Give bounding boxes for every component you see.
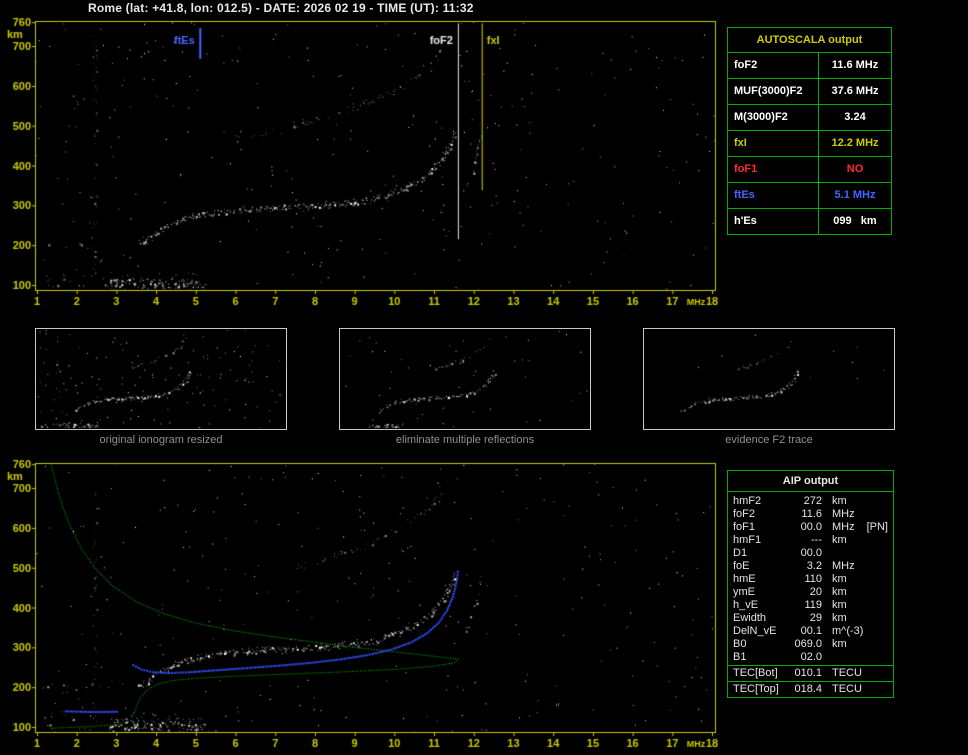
parameter-label: M(3000)F2 — [728, 105, 819, 130]
parameter-label: MUF(3000)F2 — [728, 79, 819, 104]
aip-lbl: Ewidth — [733, 612, 788, 625]
thumbnail-multiple-reflections-removed — [339, 328, 591, 430]
aip-row-tecbot: TEC[Bot]010.1TECU — [728, 665, 893, 680]
aip-unit: m^(-3) — [822, 625, 863, 638]
thumbnail-f2-trace-evidence — [643, 328, 895, 430]
aip-unit: km — [822, 612, 847, 625]
aip-lbl: foF2 — [733, 508, 788, 521]
aip-val: 272 — [788, 495, 822, 508]
aip-row-b1: B102.0 — [728, 651, 893, 664]
aip-unit: TECU — [822, 682, 862, 696]
aip-lbl: hmE — [733, 573, 788, 586]
autoscala-row-muf3000f2: MUF(3000)F237.6 MHz — [728, 78, 891, 104]
parameter-label: h'Es — [728, 209, 819, 234]
aip-table-title: AIP output — [728, 471, 893, 492]
aip-unit: km — [822, 573, 847, 586]
autoscala-output-table: AUTOSCALA output foF211.6 MHzMUF(3000)F2… — [727, 27, 892, 235]
aip-val: 110 — [788, 573, 822, 586]
thumbnail-caption-original: original ionogram resized — [35, 434, 287, 446]
aip-lbl: foF1 — [733, 521, 788, 534]
aip-row-d1: D100.0 — [728, 547, 893, 560]
aip-lbl: B0 — [733, 638, 788, 651]
thumbnail-original-ionogram — [35, 328, 287, 430]
aip-unit: MHz — [822, 560, 855, 573]
autoscala-row-hes: h'Es099 km — [728, 208, 891, 234]
aip-table-rows: hmF2272kmfoF211.6MHzfoF100.0MHz[PN]hmF1-… — [728, 492, 893, 664]
autoscala-row-fof1: foF1NO — [728, 156, 891, 182]
aip-row-hme: hmE110km — [728, 573, 893, 586]
aip-unit: km — [822, 599, 847, 612]
autoscala-table-title: AUTOSCALA output — [728, 28, 891, 53]
aip-val: 3.2 — [788, 560, 822, 573]
aip-lbl: DelN_vE — [733, 625, 788, 638]
aip-row-fof1: foF100.0MHz [PN] — [728, 521, 893, 534]
parameter-value: 11.6 MHz — [819, 53, 891, 78]
aip-lbl: foE — [733, 560, 788, 573]
aip-unit: km — [822, 534, 847, 547]
autoscala-row-fxi: fxI12.2 MHz — [728, 130, 891, 156]
aip-unit: MHz — [822, 508, 855, 521]
aip-row-hmf1: hmF1---km — [728, 534, 893, 547]
parameter-label: ftEs — [728, 183, 819, 208]
aip-lbl: TEC[Top] — [733, 682, 788, 696]
aip-unit: km — [822, 638, 847, 651]
measured-ionogram-plot — [0, 14, 725, 316]
thumbnail-caption-eliminate: eliminate multiple reflections — [339, 434, 591, 446]
aip-unit: km — [822, 586, 847, 599]
aip-row-b0: B0069.0km — [728, 638, 893, 651]
aip-val: --- — [788, 534, 822, 547]
aip-unit: TECU — [822, 666, 862, 680]
parameter-label: fxI — [728, 131, 819, 156]
autoscala-row-m3000f2: M(3000)F23.24 — [728, 104, 891, 130]
aip-val: 010.1 — [788, 666, 822, 680]
parameter-label: foF2 — [728, 53, 819, 78]
aip-val: 29 — [788, 612, 822, 625]
aip-val: 20 — [788, 586, 822, 599]
aip-lbl: h_vE — [733, 599, 788, 612]
aip-lbl: D1 — [733, 547, 788, 560]
aip-lbl: B1 — [733, 651, 788, 664]
aip-val: 069.0 — [788, 638, 822, 651]
autoscala-row-fof2: foF211.6 MHz — [728, 53, 891, 78]
aip-lbl: hmF1 — [733, 534, 788, 547]
aip-lbl: ymE — [733, 586, 788, 599]
aip-unit: MHz — [822, 521, 855, 534]
aip-val: 00.1 — [788, 625, 822, 638]
aip-unit: km — [822, 495, 847, 508]
parameter-label: foF1 — [728, 157, 819, 182]
aip-output-table: AIP output hmF2272kmfoF211.6MHzfoF100.0M… — [727, 470, 894, 698]
parameter-value: 5.1 MHz — [819, 183, 891, 208]
aip-val: 018.4 — [788, 682, 822, 696]
autoscala-app-window: Rome (lat: +41.8, lon: 012.5) - DATE: 20… — [0, 0, 968, 755]
aip-lbl: hmF2 — [733, 495, 788, 508]
thumbnail-caption-evidence: evidence F2 trace — [643, 434, 895, 446]
aip-row-delnve: DelN_vE00.1m^(-3) — [728, 625, 893, 638]
aip-row-tectop: TEC[Top]018.4TECU — [728, 681, 893, 696]
aip-row-foe: foE3.2MHz — [728, 560, 893, 573]
aip-tec-rows: TEC[Bot]010.1TECUTEC[Top]018.4TECU — [728, 665, 893, 696]
aip-row-yme: ymE20km — [728, 586, 893, 599]
aip-val: 00.0 — [788, 547, 822, 560]
aip-unit — [822, 547, 832, 560]
parameter-value: 3.24 — [819, 105, 891, 130]
aip-lbl: TEC[Bot] — [733, 666, 788, 680]
station-date-time-title: Rome (lat: +41.8, lon: 012.5) - DATE: 20… — [88, 1, 474, 15]
aip-row-ewidth: Ewidth29km — [728, 612, 893, 625]
aip-unit — [822, 651, 832, 664]
restored-profile-ionogram-plot — [0, 456, 725, 755]
parameter-value: 12.2 MHz — [819, 131, 891, 156]
aip-row-fof2: foF211.6MHz — [728, 508, 893, 521]
aip-row-hve: h_vE119km — [728, 599, 893, 612]
aip-row-hmf2: hmF2272km — [728, 495, 893, 508]
aip-val: 119 — [788, 599, 822, 612]
aip-note: [PN] — [867, 521, 888, 534]
autoscala-table-rows: foF211.6 MHzMUF(3000)F237.6 MHzM(3000)F2… — [728, 53, 891, 234]
parameter-value: 099 km — [819, 209, 891, 234]
aip-val: 00.0 — [788, 521, 822, 534]
aip-val: 02.0 — [788, 651, 822, 664]
autoscala-row-ftes: ftEs5.1 MHz — [728, 182, 891, 208]
parameter-value: 37.6 MHz — [819, 79, 891, 104]
aip-val: 11.6 — [788, 508, 822, 521]
parameter-value: NO — [819, 157, 891, 182]
